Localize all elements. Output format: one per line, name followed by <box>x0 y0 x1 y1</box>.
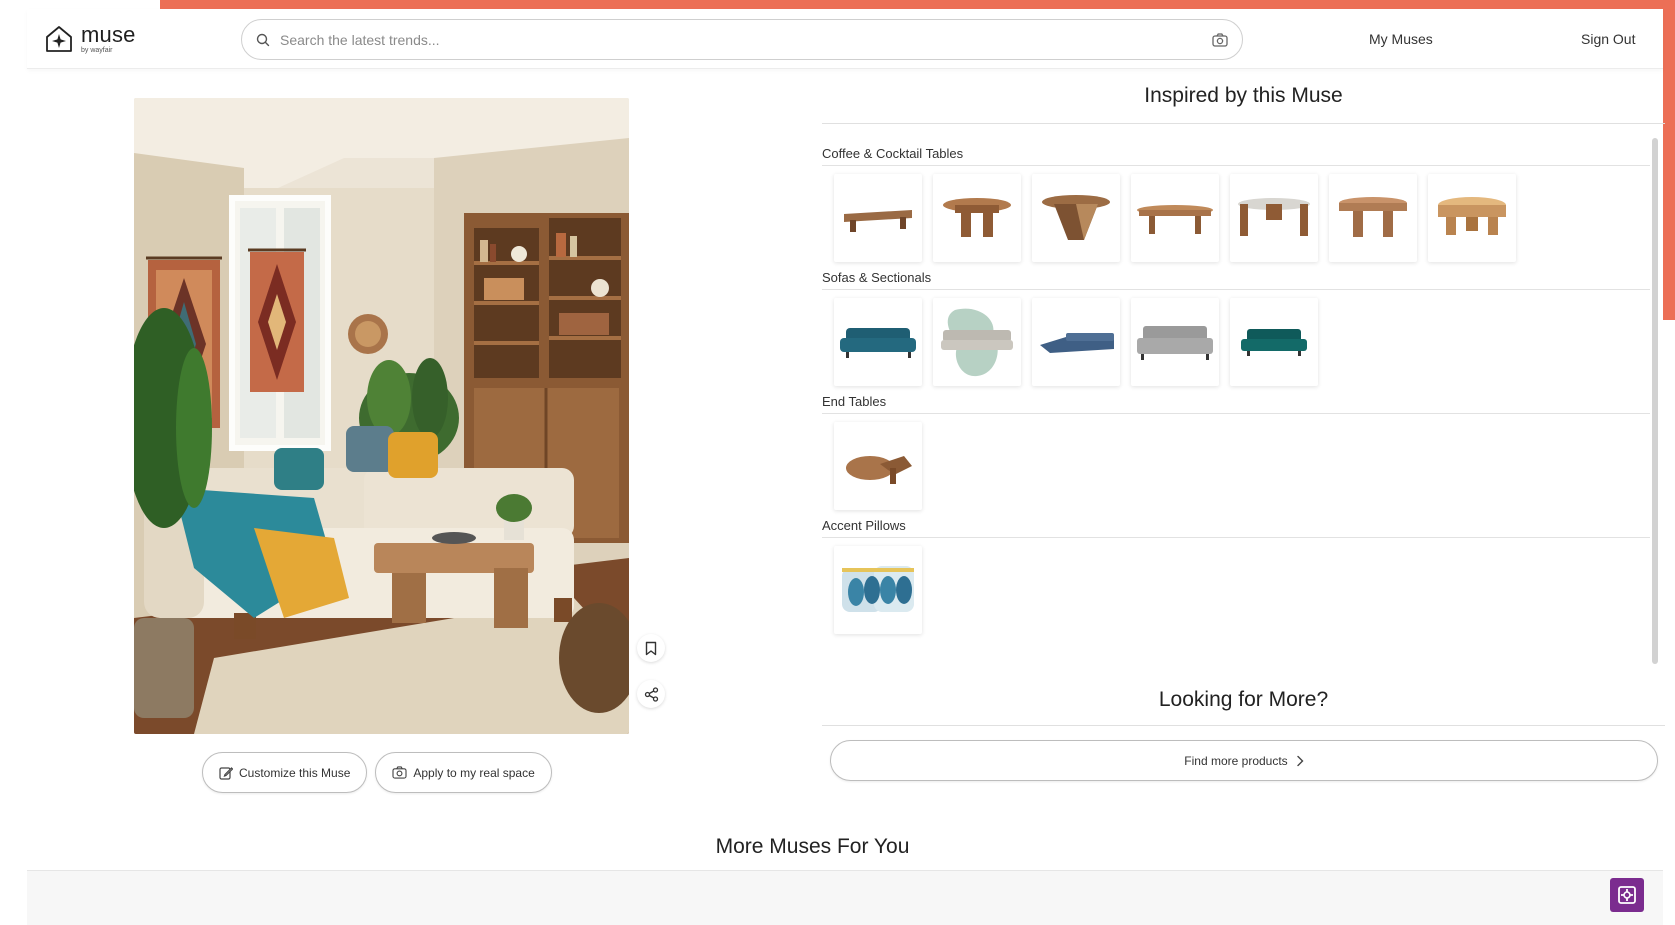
apply-to-space-label: Apply to my real space <box>413 765 535 780</box>
image-side-actions <box>637 634 665 708</box>
category-label: Coffee & Cocktail Tables <box>822 146 1650 166</box>
end-table-thumbnail <box>846 456 912 484</box>
category-label: Accent Pillows <box>822 518 1650 538</box>
bookmark-icon <box>645 641 657 655</box>
sofa-thumbnail <box>941 308 1013 377</box>
customize-muse-button[interactable]: Customize this Muse <box>202 752 368 793</box>
product-tile[interactable] <box>834 422 922 510</box>
product-tile[interactable] <box>1032 298 1120 386</box>
search-bar[interactable] <box>241 19 1243 60</box>
product-scroll-area[interactable]: Coffee & Cocktail Tables Sofas & Section… <box>822 134 1654 664</box>
logo-byline: by wayfair <box>81 47 113 54</box>
coffee-table-thumbnail <box>943 198 1011 237</box>
customize-muse-label: Customize this Muse <box>239 765 351 780</box>
product-tile[interactable] <box>1428 174 1516 262</box>
category-accent-pillows: Accent Pillows <box>822 518 1650 634</box>
my-muses-link[interactable]: My Muses <box>1369 31 1433 47</box>
bookmark-button[interactable] <box>637 634 665 662</box>
coffee-table-thumbnail <box>1238 198 1310 236</box>
muse-action-row: Customize this Muse Apply to my real spa… <box>202 752 552 793</box>
product-tile[interactable] <box>933 298 1021 386</box>
coffee-table-thumbnail <box>1042 195 1110 240</box>
sofa-thumbnail <box>840 328 916 358</box>
product-tile[interactable] <box>933 174 1021 262</box>
inspired-products-panel: Inspired by this Muse Coffee & Cocktail … <box>822 84 1665 664</box>
more-muses-strip <box>27 870 1663 925</box>
category-label: End Tables <box>822 394 1650 414</box>
sofa-thumbnail <box>1040 333 1114 353</box>
coffee-table-thumbnail <box>1137 205 1213 234</box>
coffee-table-thumbnail <box>1339 197 1407 237</box>
expand-button[interactable] <box>1610 878 1644 912</box>
product-tile[interactable] <box>834 298 922 386</box>
search-input[interactable] <box>280 31 1212 48</box>
coffee-table-thumbnail <box>1438 197 1506 235</box>
camera-icon[interactable] <box>1212 32 1228 47</box>
logo-wordmark: muse <box>81 22 136 47</box>
sofa-thumbnail <box>1241 329 1307 356</box>
share-button[interactable] <box>637 680 665 708</box>
search-icon <box>256 33 270 46</box>
apply-to-space-button[interactable]: Apply to my real space <box>375 752 552 793</box>
product-tile[interactable] <box>1329 174 1417 262</box>
chevron-right-icon <box>1296 755 1304 766</box>
product-tile[interactable] <box>834 546 922 634</box>
muse-logo[interactable]: muse by wayfair <box>43 23 136 55</box>
category-label: Sofas & Sectionals <box>822 270 1650 290</box>
more-muses-heading: More Muses For You <box>715 835 910 858</box>
coffee-table-thumbnail <box>844 210 912 232</box>
category-coffee-tables: Coffee & Cocktail Tables <box>822 146 1650 262</box>
sofa-thumbnail <box>1137 326 1213 360</box>
camera-icon <box>392 766 407 779</box>
share-icon <box>644 686 658 702</box>
category-end-tables: End Tables <box>822 394 1650 510</box>
find-more-products-button[interactable]: Find more products <box>830 740 1658 781</box>
living-room-illustration <box>134 98 629 734</box>
product-tile[interactable] <box>1230 298 1318 386</box>
logo-house-icon <box>46 26 72 52</box>
top-navbar: muse by wayfair My Muses Sign Out <box>27 9 1663 69</box>
product-tile[interactable] <box>1131 174 1219 262</box>
muse-room-image[interactable] <box>134 98 629 734</box>
find-more-label: Find more products <box>1184 753 1288 768</box>
panel-scrollbar[interactable] <box>1652 138 1658 664</box>
product-tile[interactable] <box>834 174 922 262</box>
product-tile[interactable] <box>1032 174 1120 262</box>
expand-icon <box>1618 886 1636 904</box>
product-tile[interactable] <box>1131 298 1219 386</box>
sign-out-link[interactable]: Sign Out <box>1581 31 1635 47</box>
category-sofas: Sofas & Sectionals <box>822 270 1650 386</box>
pillow-thumbnail <box>842 566 914 612</box>
top-accent-bar <box>160 0 1675 9</box>
product-tile[interactable] <box>1230 174 1318 262</box>
edit-icon <box>219 766 233 780</box>
panel-title: Inspired by this Muse <box>822 84 1665 124</box>
looking-for-more-title: Looking for More? <box>822 688 1665 726</box>
